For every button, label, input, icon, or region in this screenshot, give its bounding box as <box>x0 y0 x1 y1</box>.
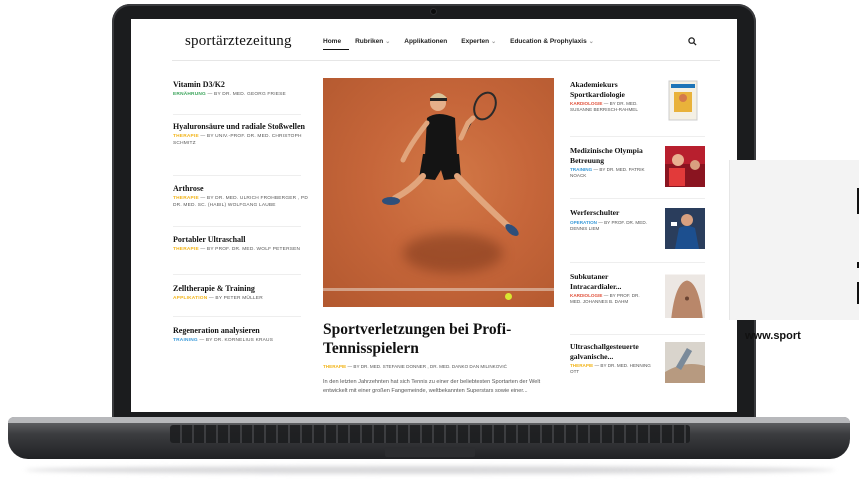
divider <box>173 274 301 275</box>
nav-home-label: Home <box>323 38 342 45</box>
category-tag[interactable]: THERAPIE <box>323 364 346 369</box>
nav-rubriken[interactable]: Rubriken ⌄ <box>355 38 390 45</box>
article-title[interactable]: Hyaluronsäure und radiale Stoßwellen <box>173 122 308 132</box>
category-tag[interactable]: TRAINING <box>570 167 592 172</box>
article-title[interactable]: Vitamin D3/K2 <box>173 80 308 90</box>
list-item[interactable]: Vitamin D3/K2 ERNÄHRUNG — By DR. MED. GE… <box>173 80 308 99</box>
category-tag[interactable]: THERAPIE <box>173 134 199 139</box>
article-title[interactable]: Medizinische Olympia Betreuung <box>570 146 655 165</box>
article-meta: TRAINING — By DR. KORNELIUS KRAUS <box>173 338 308 345</box>
article-title[interactable]: Arthrose <box>173 184 308 194</box>
laptop-shadow <box>25 466 835 474</box>
article-byline: — By DR. MED. GEORG FRIESE <box>207 92 286 97</box>
list-item[interactable]: Subkutaner Intracardialer... KARDIOLOGIE… <box>570 272 710 318</box>
nav-education[interactable]: Education & Prophylaxis ⌄ <box>510 38 594 45</box>
article-title[interactable]: Ultraschallgesteuerte galvanische... <box>570 342 655 361</box>
category-tag[interactable]: THERAPIE <box>173 196 199 201</box>
list-item[interactable]: Akademiekurs Sportkardiologie KARDIOLOGI… <box>570 80 710 121</box>
divider <box>570 334 705 335</box>
header-divider <box>172 60 720 61</box>
hero-meta: THERAPIE — By DR. MED. STEFANIE DONNER ,… <box>323 364 507 369</box>
nav-active-indicator <box>323 49 349 50</box>
nav-experten[interactable]: Experten ⌄ <box>461 38 496 45</box>
nav-home[interactable]: Home <box>323 38 349 50</box>
website-url[interactable]: www.sport <box>745 330 801 342</box>
tennis-ball <box>505 293 512 300</box>
divider <box>570 136 705 137</box>
divider <box>173 226 301 227</box>
article-title[interactable]: Akademiekurs Sportkardiologie <box>570 80 655 99</box>
hero-title[interactable]: Sportverletzungen bei Profi-Tennisspiele… <box>323 320 554 358</box>
nav-education-label: Education & Prophylaxis <box>510 38 587 45</box>
list-item[interactable]: Portabler Ultraschall THERAPIE — By PROF… <box>173 235 308 254</box>
laptop-hinge <box>8 417 850 423</box>
nav-experten-label: Experten <box>461 38 490 45</box>
pitcher-thumbnail[interactable] <box>665 208 705 249</box>
divider <box>570 198 705 199</box>
camera-icon <box>431 9 436 14</box>
article-meta: ERNÄHRUNG — By DR. MED. GEORG FRIESE <box>173 92 308 99</box>
chest-thumbnail[interactable] <box>665 272 705 318</box>
divider <box>173 114 301 115</box>
list-item[interactable]: Medizinische Olympia Betreuung TRAINING … <box>570 146 710 187</box>
article-byline: — By PROF. DR. MED. WOLF PETERSEN <box>200 247 301 252</box>
hero-byline: — By DR. MED. STEFANIE DONNER , DR. MED.… <box>347 364 507 369</box>
article-byline: — By DR. KORNELIUS KRAUS <box>199 338 274 343</box>
nav-rubriken-label: Rubriken <box>355 38 384 45</box>
list-item[interactable]: Regeneration analysieren TRAINING — By D… <box>173 326 308 345</box>
article-meta: THERAPIE — By DR. MED. ULRICH FROHBERGER… <box>173 196 308 209</box>
article-meta: THERAPIE — By UNIV.-PROF. DR. MED. CHRIS… <box>173 134 308 147</box>
article-meta: THERAPIE — By PROF. DR. MED. WOLF PETERS… <box>173 247 308 254</box>
article-title[interactable]: Portabler Ultraschall <box>173 235 308 245</box>
divider <box>173 316 301 317</box>
court-line <box>323 288 554 291</box>
list-item[interactable]: Zelltherapie & Training APPLIKATION — By… <box>173 284 308 303</box>
divider <box>173 175 301 176</box>
search-icon[interactable] <box>688 37 697 46</box>
nav-applikationen-label: Applikationen <box>404 38 448 45</box>
article-meta: APPLIKATION — By PETER MÜLLER <box>173 296 308 303</box>
category-tag[interactable]: THERAPIE <box>570 363 593 368</box>
overlay-card <box>729 160 859 320</box>
nav-applikationen[interactable]: Applikationen <box>404 38 447 45</box>
list-item[interactable]: Arthrose THERAPIE — By DR. MED. ULRICH F… <box>173 184 308 209</box>
category-tag[interactable]: THERAPIE <box>173 247 199 252</box>
site-logo[interactable]: sportärztezeitung <box>185 33 292 50</box>
trackpad <box>385 447 475 457</box>
keyboard <box>170 425 690 443</box>
hero-excerpt: In den letzten Jahrzehnten hat sich Tenn… <box>323 379 541 394</box>
article-title[interactable]: Werferschulter <box>570 208 655 218</box>
ultrasound-thumbnail[interactable] <box>665 342 705 383</box>
list-item[interactable]: Ultraschallgesteuerte galvanische... THE… <box>570 342 710 383</box>
article-title[interactable]: Subkutaner Intracardialer... <box>570 272 655 291</box>
category-tag[interactable]: ERNÄHRUNG <box>173 92 206 97</box>
article-title[interactable]: Regeneration analysieren <box>173 326 308 336</box>
magazine-cover-thumbnail[interactable] <box>665 80 705 121</box>
main-nav: Home Rubriken ⌄ Applikationen Experten ⌄ E… <box>323 38 594 50</box>
chevron-down-icon: ⌄ <box>491 39 497 45</box>
category-tag[interactable]: OPERATION <box>570 220 597 225</box>
category-tag[interactable]: KARDIOLOGIE <box>570 101 602 106</box>
category-tag[interactable]: TRAINING <box>173 338 198 343</box>
tennis-player-illustration <box>382 91 519 236</box>
hero-image[interactable] <box>323 78 554 307</box>
list-item[interactable]: Werferschulter OPERATION — By PROF. DR. … <box>570 208 710 249</box>
divider <box>570 262 705 263</box>
article-title[interactable]: Zelltherapie & Training <box>173 284 308 294</box>
article-byline: — By PETER MÜLLER <box>208 296 263 301</box>
chevron-down-icon: ⌄ <box>588 39 594 45</box>
olympia-thumbnail[interactable] <box>665 146 705 187</box>
list-item[interactable]: Hyaluronsäure und radiale Stoßwellen THE… <box>173 122 308 147</box>
category-tag[interactable]: KARDIOLOGIE <box>570 293 602 298</box>
category-tag[interactable]: APPLIKATION <box>173 296 207 301</box>
chevron-down-icon: ⌄ <box>385 39 391 45</box>
